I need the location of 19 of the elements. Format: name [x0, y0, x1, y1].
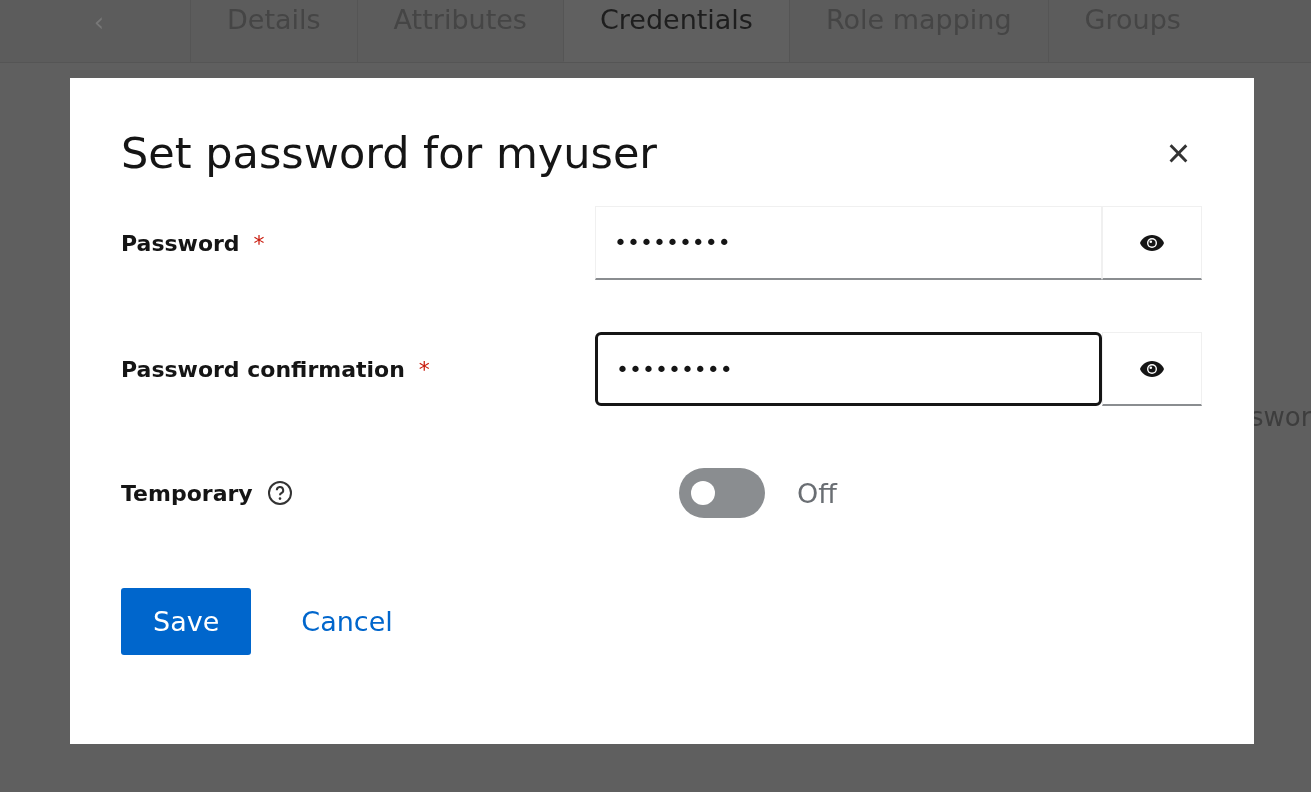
password-field[interactable]: ••••••••• [595, 332, 1102, 406]
show-password-button[interactable] [1102, 332, 1202, 406]
field-label: Password confirmation [121, 356, 405, 382]
tab[interactable]: Credentials [562, 0, 789, 62]
cancel-link[interactable]: Cancel [281, 588, 413, 655]
required-mark: * [253, 230, 265, 256]
eye-icon [1139, 359, 1165, 378]
switch-state-label: Off [797, 477, 837, 509]
password-field[interactable]: ••••••••• [595, 206, 1102, 280]
field-label: Password [121, 230, 240, 256]
field-label: Temporary [121, 480, 253, 506]
save-button[interactable]: Save [121, 588, 252, 655]
eye-icon [1139, 233, 1165, 252]
temporary-switch[interactable] [679, 468, 765, 518]
dialog-title: Set password for myuser [121, 128, 657, 178]
help-icon[interactable] [266, 480, 293, 506]
close-button[interactable]: × [1154, 130, 1202, 176]
required-mark: * [418, 356, 430, 382]
show-password-button[interactable] [1102, 206, 1202, 280]
